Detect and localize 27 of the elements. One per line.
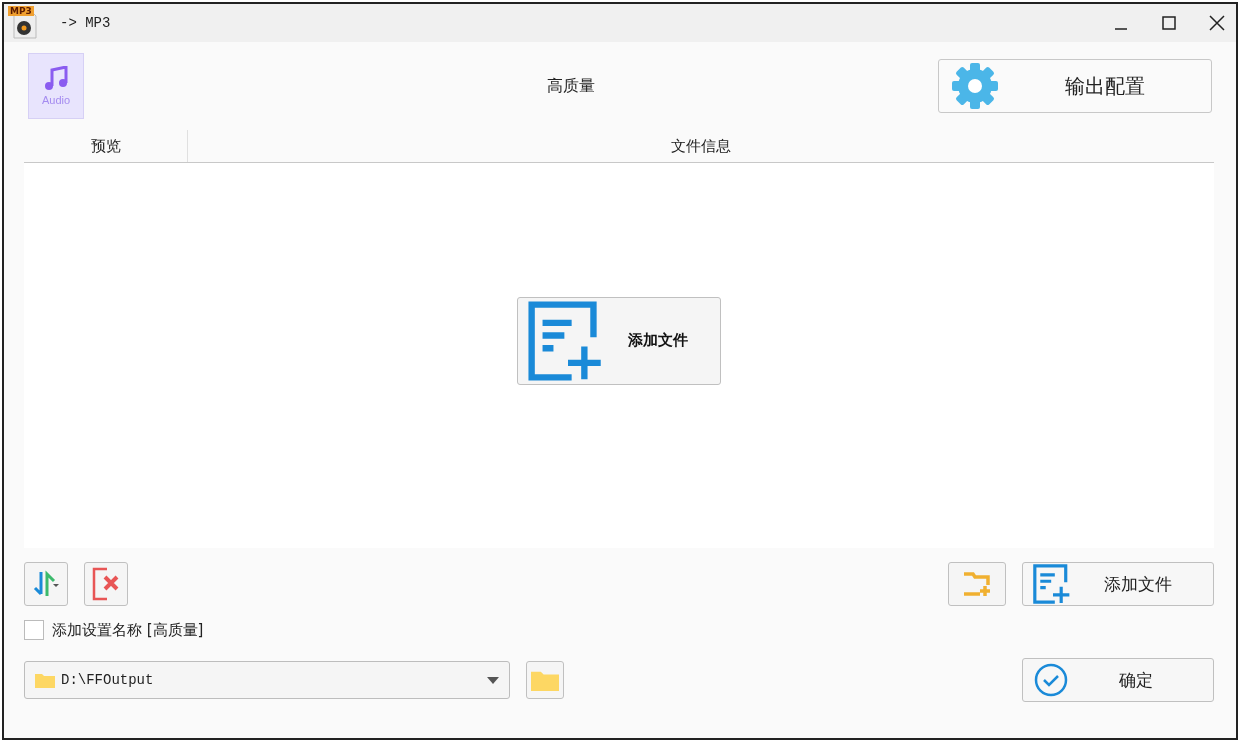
clear-list-button[interactable]: [84, 562, 128, 606]
add-folder-button[interactable]: [948, 562, 1006, 606]
column-header: 文件信息: [670, 135, 732, 157]
close-icon: [1208, 14, 1226, 32]
music-note-icon: [44, 66, 68, 92]
confirm-button[interactable]: 确定: [1022, 658, 1214, 702]
folder-plus-icon: [962, 570, 992, 598]
add-file-button[interactable]: 添加文件: [1022, 562, 1214, 606]
window-title: -> MP3: [60, 15, 111, 31]
preset-name: 高质量: [546, 75, 596, 97]
settings-icon: [951, 62, 999, 110]
folder-icon: [35, 672, 55, 688]
remove-file-icon: [91, 567, 121, 601]
column-header: 预览: [24, 130, 188, 162]
add-file-button[interactable]: 添加文件: [517, 296, 721, 385]
file-type-label: Audio: [41, 94, 71, 106]
output-path-dropdown[interactable]: D:\FFOutput: [24, 661, 510, 699]
check-circle-icon: [1033, 662, 1069, 698]
add-preset-name-checkbox[interactable]: 添加设置名称 [高质量]: [24, 620, 1214, 640]
caret-icon: [487, 676, 499, 684]
app-icon-label: MP3: [8, 6, 34, 16]
checkbox[interactable]: [24, 620, 44, 640]
maximize-icon: [1161, 15, 1177, 31]
minimize-icon: [1115, 28, 1127, 30]
sort-button[interactable]: [24, 562, 68, 606]
output-config-button[interactable]: 输出配置: [938, 59, 1212, 113]
sort-icon: [32, 570, 60, 598]
